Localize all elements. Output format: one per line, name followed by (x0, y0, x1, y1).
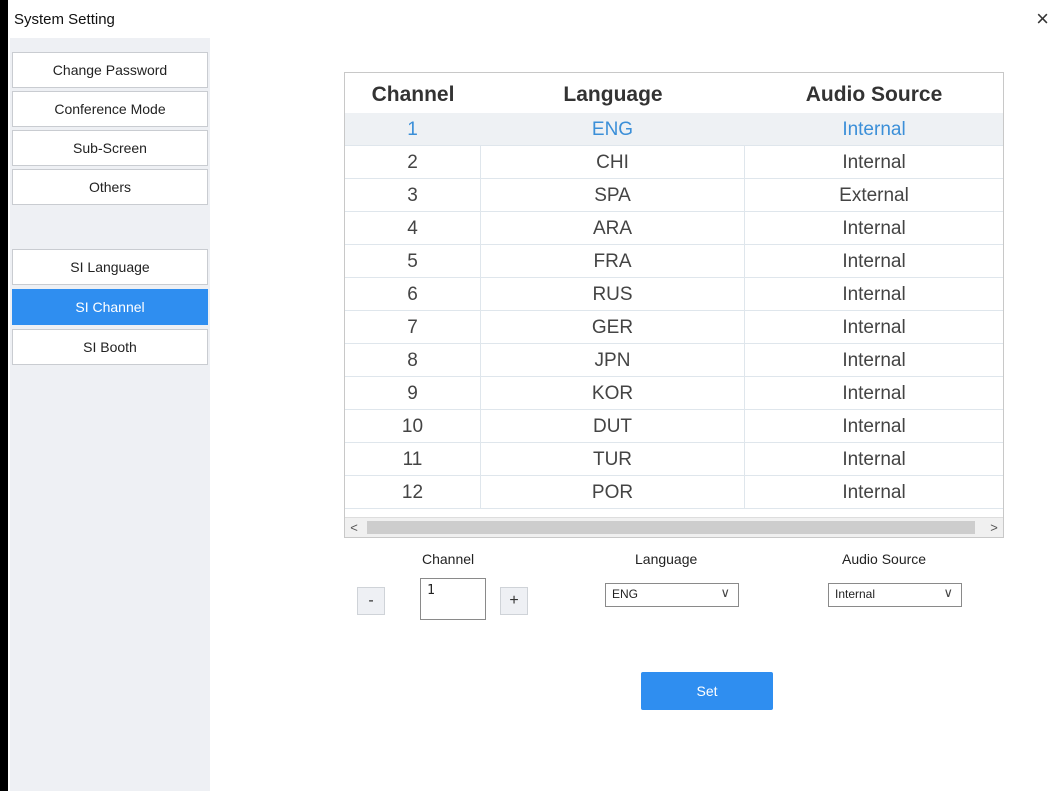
table-row[interactable]: 7 GER Internal (345, 311, 1003, 344)
table-row[interactable]: 11 TUR Internal (345, 443, 1003, 476)
cell-channel: 9 (345, 377, 481, 409)
cell-language: RUS (481, 278, 745, 310)
table-row[interactable]: 6 RUS Internal (345, 278, 1003, 311)
cell-channel: 6 (345, 278, 481, 310)
language-label: Language (635, 551, 698, 567)
cell-audio-source: Internal (842, 218, 906, 239)
cell-audio-source: Internal (842, 119, 906, 140)
cell-channel: 7 (345, 311, 481, 343)
cell-language: ARA (481, 212, 745, 244)
cell-channel: 5 (345, 245, 481, 277)
cell-channel: 3 (345, 179, 481, 211)
table-row[interactable]: 2 CHI Internal (345, 146, 1003, 179)
chevron-down-icon: ∨ (943, 585, 953, 600)
scroll-left-icon[interactable]: < (345, 518, 363, 537)
cell-channel: 2 (345, 146, 481, 178)
chevron-down-icon: ∨ (720, 585, 730, 600)
cell-language: ENG (591, 119, 634, 140)
sidebar-item-si-channel[interactable]: SI Channel (12, 289, 208, 325)
cell-language: POR (481, 476, 745, 508)
horizontal-scrollbar[interactable]: < > (345, 517, 1003, 537)
cell-channel: 8 (345, 344, 481, 376)
cell-audio-source: Internal (842, 482, 906, 503)
table-header: Channel Language Audio Source (345, 73, 1003, 113)
cell-language: GER (481, 311, 745, 343)
window-left-border (0, 0, 8, 791)
cell-audio-source: Internal (842, 416, 906, 437)
table-row[interactable]: 5 FRA Internal (345, 245, 1003, 278)
cell-audio-source: Internal (842, 449, 906, 470)
set-button[interactable]: Set (641, 672, 773, 710)
decrement-button[interactable]: - (357, 587, 385, 615)
language-select-value: ENG (612, 587, 639, 601)
cell-channel: 4 (345, 212, 481, 244)
cell-audio-source: Internal (842, 251, 906, 272)
audio-source-select-value: Internal (835, 587, 876, 601)
increment-button[interactable]: + (500, 587, 528, 615)
scrollbar-thumb[interactable] (367, 521, 975, 534)
language-select[interactable]: ENG ∨ (605, 583, 739, 607)
cell-channel: 12 (345, 476, 481, 508)
close-icon[interactable]: × (1036, 8, 1049, 30)
header-audio-source[interactable]: Audio Source (745, 73, 1003, 113)
cell-channel: 11 (345, 443, 481, 475)
cell-audio-source: External (839, 185, 909, 206)
cell-channel: 10 (345, 410, 481, 442)
sidebar: Change Password Conference Mode Sub-Scre… (10, 38, 210, 791)
cell-audio-source: Internal (842, 317, 906, 338)
sidebar-item-sub-screen[interactable]: Sub-Screen (12, 130, 208, 166)
header-language[interactable]: Language (481, 73, 745, 113)
audio-source-select[interactable]: Internal ∨ (828, 583, 962, 607)
table-row[interactable]: 12 POR Internal (345, 476, 1003, 509)
sidebar-item-si-language[interactable]: SI Language (12, 249, 208, 285)
cell-audio-source: Internal (842, 350, 906, 371)
scroll-right-icon[interactable]: > (985, 518, 1003, 537)
cell-channel: 1 (407, 119, 418, 140)
cell-language: CHI (481, 146, 745, 178)
sidebar-item-conference-mode[interactable]: Conference Mode (12, 91, 208, 127)
sidebar-item-change-password[interactable]: Change Password (12, 52, 208, 88)
cell-language: KOR (481, 377, 745, 409)
header-channel[interactable]: Channel (345, 73, 481, 113)
table-row[interactable]: 9 KOR Internal (345, 377, 1003, 410)
cell-audio-source: Internal (842, 383, 906, 404)
cell-language: FRA (481, 245, 745, 277)
table-row[interactable]: 10 DUT Internal (345, 410, 1003, 443)
table-body: 1 ENG Internal 2 CHI Internal 3 SPA External 4 ARA… (345, 113, 1003, 509)
channel-label: Channel (422, 551, 475, 567)
cell-language: DUT (481, 410, 745, 442)
cell-audio-source: Internal (842, 152, 906, 173)
channel-table: Channel Language Audio Source 1 ENG Intern… (344, 72, 1004, 538)
window-title: System Setting (14, 11, 115, 28)
cell-language: TUR (481, 443, 745, 475)
cell-audio-source: Internal (842, 284, 906, 305)
sidebar-item-others[interactable]: Others (12, 169, 208, 205)
table-row[interactable]: 1 ENG Internal (345, 113, 1003, 146)
audio-source-label: Audio Source (842, 551, 927, 567)
channel-input[interactable]: 1 (420, 578, 486, 620)
table-row[interactable]: 3 SPA External (345, 179, 1003, 212)
cell-language: JPN (481, 344, 745, 376)
cell-language: SPA (481, 179, 745, 211)
table-row[interactable]: 4 ARA Internal (345, 212, 1003, 245)
table-row[interactable]: 8 JPN Internal (345, 344, 1003, 377)
sidebar-item-si-booth[interactable]: SI Booth (12, 329, 208, 365)
